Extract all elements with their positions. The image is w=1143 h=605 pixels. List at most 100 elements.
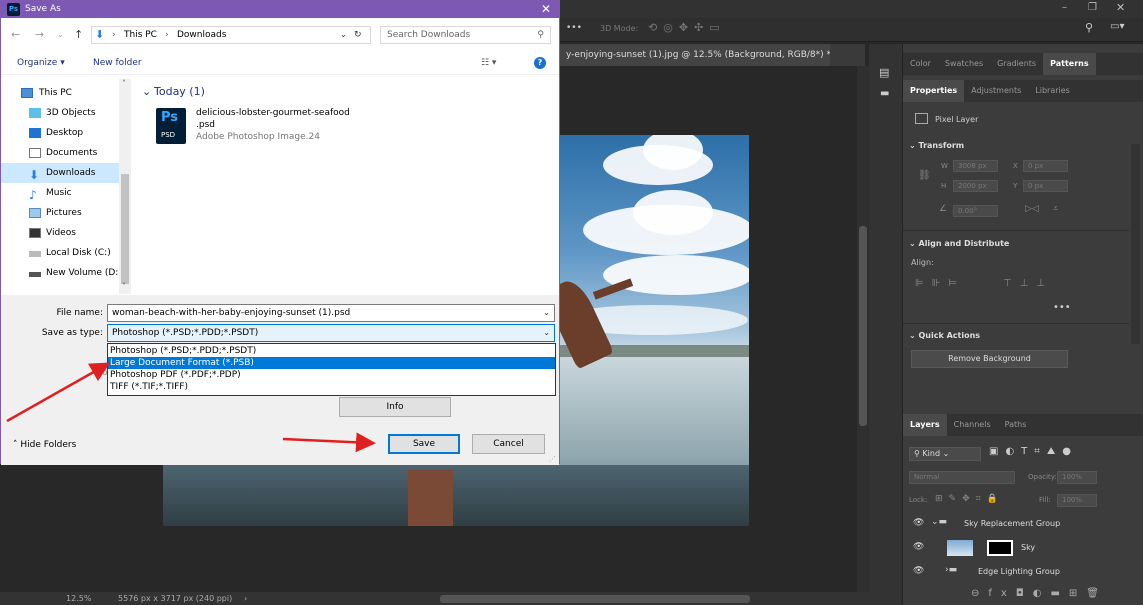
cancel-button[interactable]: Cancel <box>472 434 545 454</box>
breadcrumb-this-pc[interactable]: This PC <box>124 27 157 43</box>
up-icon[interactable]: ↑ <box>74 28 83 41</box>
type-option-highlighted[interactable]: Large Document Format (*.PSB) <box>108 357 555 369</box>
horizontal-scroll-thumb[interactable] <box>440 595 750 603</box>
kind-filter[interactable]: ⚲ Kind ⌄ <box>909 447 981 461</box>
tab-adjustments[interactable]: Adjustments <box>964 80 1028 102</box>
layer-name[interactable]: Sky <box>1021 543 1035 552</box>
layer-filter-icons[interactable]: ▣◐T⌗⛰● <box>989 446 1078 457</box>
width-field[interactable]: 3008 px <box>953 160 998 172</box>
visibility-icon[interactable]: 👁 <box>913 518 924 528</box>
layer-actions-icons[interactable]: ⊖fx◘◐▬⊞🗑 <box>971 588 1108 599</box>
tab-channels[interactable]: Channels <box>947 414 998 436</box>
tab-patterns[interactable]: Patterns <box>1043 53 1096 75</box>
minimize-icon[interactable]: – <box>1062 2 1067 13</box>
view-options-icon[interactable]: ☷ ▾ <box>481 51 496 75</box>
save-as-type-select[interactable]: Photoshop (*.PSD;*.PDD;*.PSDT) ⌄ <box>107 324 555 342</box>
tab-swatches[interactable]: Swatches <box>938 53 990 75</box>
canvas-vertical-scrollbar[interactable] <box>857 66 869 592</box>
properties-scrollbar[interactable] <box>1131 144 1140 344</box>
x-field[interactable]: 0 px <box>1023 160 1068 172</box>
document-info[interactable]: 5576 px x 3717 px (240 ppi) <box>118 592 232 605</box>
file-item[interactable]: delicious-lobster-gourmet-seafood .psd A… <box>196 107 350 143</box>
save-button[interactable]: Save <box>388 434 460 454</box>
nav-item-this-pc[interactable]: This PC <box>1 83 119 103</box>
visibility-icon[interactable]: 👁 <box>913 542 924 552</box>
layer-row[interactable]: 👁 Sky <box>903 536 1131 560</box>
3d-tools-icon[interactable]: ⟲◎✥✣▭ <box>648 21 726 34</box>
align-buttons-icon[interactable]: ⊫⊪⊨ <box>915 278 965 289</box>
search-input[interactable]: Search Downloads ⚲ <box>380 26 551 44</box>
nav-item-music[interactable]: ♪ Music <box>1 183 119 203</box>
align-vertical-icon[interactable]: ⊤⊥⊥ <box>1003 278 1053 289</box>
nav-item-videos[interactable]: Videos <box>1 223 119 243</box>
vertical-scroll-thumb[interactable] <box>859 226 867 426</box>
organize-button[interactable]: Organize ▾ <box>17 51 65 75</box>
group-chevron-icon[interactable]: ⌄ <box>142 85 151 98</box>
type-option[interactable]: TIFF (*.TIF;*.TIFF) <box>108 381 555 393</box>
scroll-up-icon[interactable]: ˄ <box>122 79 126 88</box>
info-button[interactable]: Info <box>339 397 451 417</box>
chevron-down-icon[interactable]: ⌄ <box>543 305 550 321</box>
type-option[interactable]: Photoshop (*.PSD;*.PDD;*.PSDT) <box>108 345 555 357</box>
tab-paths[interactable]: Paths <box>998 414 1034 436</box>
transform-header[interactable]: ⌄ Transform <box>909 141 964 150</box>
forward-icon[interactable]: → <box>35 28 44 41</box>
close-icon[interactable]: ✕ <box>1116 1 1125 14</box>
nav-item-desktop[interactable]: Desktop <box>1 123 119 143</box>
help-icon[interactable]: ? <box>534 57 546 69</box>
nav-scrollbar[interactable]: ˄ ˅ <box>119 79 131 294</box>
file-name-input[interactable]: woman-beach-with-her-baby-enjoying-sunse… <box>107 304 555 322</box>
new-folder-button[interactable]: New folder <box>93 51 142 75</box>
search-icon[interactable]: ⚲ <box>1085 21 1093 34</box>
comments-icon[interactable]: ▬ <box>880 88 889 99</box>
nav-item-pictures[interactable]: Pictures <box>1 203 119 223</box>
nav-item-3d-objects[interactable]: 3D Objects <box>1 103 119 123</box>
tab-color[interactable]: Color <box>903 53 938 75</box>
document-tab[interactable]: y-enjoying-sunset (1).jpg @ 12.5% (Backg… <box>560 44 830 66</box>
nav-item-documents[interactable]: Documents <box>1 143 119 163</box>
link-icon[interactable]: ⛓ <box>918 170 931 181</box>
tab-layers[interactable]: Layers <box>903 414 947 436</box>
lock-icons[interactable]: ⊞✎✥⌗🔒 <box>935 494 1004 504</box>
more-options-icon[interactable]: ••• <box>566 23 582 33</box>
opacity-field[interactable]: 100% <box>1057 471 1097 484</box>
align-header[interactable]: ⌄ Align and Distribute <box>909 239 1009 248</box>
refresh-icon[interactable]: ↻ <box>354 27 362 43</box>
flip-horizontal-icon[interactable]: ▷◁ <box>1025 204 1039 214</box>
breadcrumb-downloads[interactable]: Downloads <box>177 27 226 43</box>
layer-name[interactable]: Sky Replacement Group <box>964 519 1060 528</box>
tab-properties[interactable]: Properties <box>903 80 965 102</box>
nav-item-local-disk[interactable]: Local Disk (C:) <box>1 243 119 263</box>
angle-field[interactable]: 0.00° <box>953 205 998 217</box>
quick-actions-header[interactable]: ⌄ Quick Actions <box>909 331 980 340</box>
zoom-level[interactable]: 12.5% <box>66 592 91 605</box>
flip-vertical-icon[interactable]: ⩡ <box>1053 204 1058 214</box>
resize-grip-icon[interactable]: ⋰ <box>549 455 556 463</box>
blend-mode-select[interactable]: Normal <box>909 471 1015 484</box>
visibility-icon[interactable]: 👁 <box>913 566 924 576</box>
dialog-close-icon[interactable]: ✕ <box>541 1 551 18</box>
nav-item-downloads[interactable]: ⬇ Downloads <box>1 163 119 183</box>
tab-gradients[interactable]: Gradients <box>990 53 1043 75</box>
workspace-icon[interactable]: ▭▾ <box>1110 21 1124 32</box>
hide-folders-button[interactable]: ˄ Hide Folders <box>13 440 76 450</box>
nav-scroll-thumb[interactable] <box>121 174 129 284</box>
layer-name[interactable]: Edge Lighting Group <box>978 567 1060 576</box>
chevron-down-icon[interactable]: ⌄ <box>543 325 550 341</box>
type-option[interactable]: Photoshop PDF (*.PDF;*.PDP) <box>108 369 555 381</box>
back-icon[interactable]: ← <box>11 28 20 41</box>
nav-item-new-volume[interactable]: New Volume (D: <box>1 263 119 283</box>
search-icon[interactable]: ⚲ <box>537 27 544 43</box>
status-arrow-icon[interactable]: › <box>244 592 247 605</box>
restore-icon[interactable]: ❐ <box>1088 2 1097 13</box>
address-bar[interactable]: ⬇ › This PC › Downloads ⌄ ↻ <box>91 26 371 44</box>
remove-background-button[interactable]: Remove Background <box>911 350 1068 368</box>
scroll-down-icon[interactable]: ˅ <box>122 282 126 291</box>
group-header[interactable]: Today (1) <box>154 85 205 98</box>
history-icon[interactable]: ▤ <box>879 66 889 79</box>
layer-row[interactable]: 👁 ›▬ Edge Lighting Group <box>903 560 1131 584</box>
chevron-down-icon[interactable]: ⌄ <box>340 27 347 43</box>
tab-libraries[interactable]: Libraries <box>1028 80 1077 102</box>
y-field[interactable]: 0 px <box>1023 180 1068 192</box>
layer-row[interactable]: 👁 ⌄▬ Sky Replacement Group <box>903 512 1131 536</box>
